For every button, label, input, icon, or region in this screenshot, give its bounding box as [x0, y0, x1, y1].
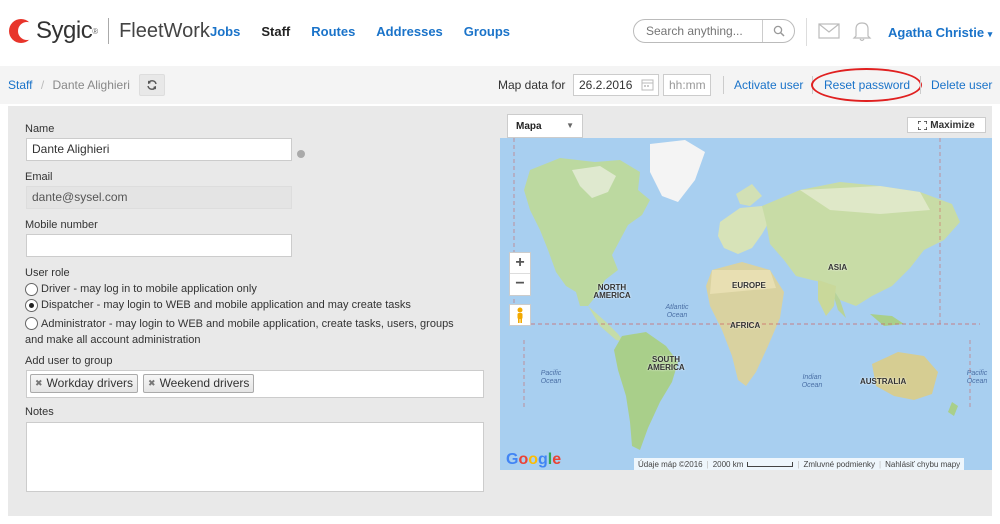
map-type-select[interactable]: Mapa ▼	[507, 114, 583, 138]
notes-textarea[interactable]	[26, 422, 484, 492]
label-pacific-ocean-right: Pacific Ocean	[966, 370, 988, 385]
label-africa: AFRICA	[730, 321, 761, 330]
delete-user-link[interactable]: Delete user	[931, 78, 992, 92]
product-name: FleetWork	[119, 19, 210, 42]
sygic-logo[interactable]: Sygic ® FleetWork	[8, 16, 210, 46]
label-north-america: NORTH AMERICA	[593, 283, 631, 300]
maximize-button[interactable]: Maximize	[907, 117, 986, 133]
brand-name: Sygic	[36, 17, 93, 44]
remove-tag-icon[interactable]: ✖	[35, 375, 43, 392]
role-dispatcher-label: Dispatcher - may login to WEB and mobile…	[41, 299, 411, 311]
status-indicator	[297, 150, 305, 158]
nav-groups[interactable]: Groups	[464, 24, 510, 39]
map-data-label: Map data for	[498, 78, 566, 92]
map-terms-link[interactable]: Zmluvné podmienky	[803, 460, 875, 469]
group-multiselect[interactable]: ✖ Workday drivers ✖ Weekend drivers	[26, 370, 484, 398]
bell-icon[interactable]	[852, 20, 872, 42]
pegman-icon	[517, 307, 523, 323]
map-time-input[interactable]: hh:mm	[663, 74, 711, 96]
breadcrumb-staff[interactable]: Staff	[8, 78, 32, 92]
top-divider	[806, 18, 807, 46]
label-south-america: SOUTH AMERICA	[647, 355, 685, 372]
role-admin-label: Administrator - may login to WEB and mob…	[25, 318, 454, 346]
breadcrumb-separator: /	[40, 78, 45, 92]
nav-jobs[interactable]: Jobs	[210, 24, 240, 39]
map-attribution-bar: Údaje máp ©2016 | 2000 km | Zmluvné podm…	[634, 458, 965, 470]
name-label: Name	[25, 123, 55, 135]
map-type-value: Mapa	[516, 121, 542, 132]
brand-trademark: ®	[92, 26, 99, 36]
role-driver-label: Driver - may log in to mobile applicatio…	[41, 283, 257, 295]
group-tag-label: Workday drivers	[46, 376, 134, 390]
map-date-value: 26.2.2016	[579, 78, 633, 92]
breadcrumb-bar: Staff / Dante Alighieri Map data for 26.…	[0, 66, 1000, 104]
map-scale-label: 2000 km	[712, 459, 744, 469]
role-driver-radio[interactable]	[25, 283, 38, 296]
search-input[interactable]	[634, 20, 762, 42]
label-europe: EUROPE	[732, 281, 766, 290]
email-label: Email	[25, 171, 53, 183]
sygic-logo-icon	[9, 19, 34, 43]
reset-password-highlight	[811, 68, 922, 102]
google-logo[interactable]: Google	[506, 451, 561, 469]
role-driver-option[interactable]: Driver - may log in to mobile applicatio…	[25, 283, 257, 296]
nav-routes[interactable]: Routes	[311, 24, 355, 39]
label-pacific-ocean: Pacific Ocean	[540, 370, 562, 385]
group-label: Add user to group	[25, 355, 113, 367]
user-form: Name Dante Alighieri Email dante@sysel.c…	[8, 106, 498, 516]
role-admin-option[interactable]: Administrator - may login to WEB and mob…	[25, 316, 475, 348]
map-scale-bar	[747, 461, 794, 467]
label-australia: AUSTRALIA	[860, 377, 907, 386]
user-detail-panel: Name Dante Alighieri Email dante@sysel.c…	[8, 106, 992, 516]
search-box	[633, 19, 795, 43]
logo-divider	[108, 18, 110, 44]
chevron-down-icon: ▾	[987, 29, 993, 39]
action-divider	[723, 76, 724, 94]
name-field[interactable]: Dante Alighieri	[26, 138, 292, 161]
group-tag-label: Weekend drivers	[159, 376, 250, 390]
notes-label: Notes	[25, 406, 54, 418]
zoom-control: + −	[509, 252, 531, 296]
zoom-out-button[interactable]: −	[510, 274, 530, 295]
breadcrumb: Staff / Dante Alighieri	[8, 78, 130, 92]
expand-icon	[918, 120, 928, 130]
maximize-label: Maximize	[930, 119, 975, 131]
role-admin-radio[interactable]	[25, 317, 38, 330]
search-icon	[773, 25, 785, 37]
label-indian-ocean: Indian Ocean	[801, 374, 823, 389]
user-name: Agatha Christie	[888, 25, 985, 40]
street-view-pegman[interactable]	[509, 304, 531, 326]
calendar-icon[interactable]	[641, 78, 654, 91]
main-nav: Jobs Staff Routes Addresses Groups	[210, 24, 531, 39]
email-field: dante@sysel.com	[26, 186, 292, 209]
search-button[interactable]	[762, 20, 794, 42]
label-atlantic-ocean: Atlantic Ocean	[665, 304, 689, 319]
map-date-input[interactable]: 26.2.2016	[573, 74, 659, 96]
remove-tag-icon[interactable]: ✖	[148, 375, 156, 392]
group-tag: ✖ Workday drivers	[30, 374, 139, 393]
refresh-icon	[147, 80, 157, 90]
role-dispatcher-option[interactable]: Dispatcher - may login to WEB and mobile…	[25, 299, 411, 312]
role-dispatcher-radio[interactable]	[25, 299, 38, 312]
nav-addresses[interactable]: Addresses	[376, 24, 442, 39]
mail-icon[interactable]	[818, 23, 840, 39]
nav-staff[interactable]: Staff	[261, 24, 290, 39]
map-land	[510, 110, 980, 450]
mobile-field[interactable]	[26, 234, 292, 257]
user-menu[interactable]: Agatha Christie ▾	[888, 25, 992, 40]
label-asia: ASIA	[828, 263, 848, 272]
group-tag: ✖ Weekend drivers	[143, 374, 255, 393]
zoom-in-button[interactable]: +	[510, 253, 530, 274]
breadcrumb-current: Dante Alighieri	[52, 78, 130, 92]
refresh-button[interactable]	[139, 74, 165, 96]
role-label: User role	[25, 267, 70, 279]
mobile-label: Mobile number	[25, 219, 98, 231]
world-map[interactable]: Mapa ▼ Maximize + − NORTH AMERICA SOUTH …	[500, 110, 992, 470]
top-navbar: Sygic ® FleetWork Jobs Staff Routes Addr…	[0, 0, 1000, 66]
action-divider	[920, 76, 921, 94]
chevron-down-icon: ▼	[566, 121, 574, 130]
activate-user-link[interactable]: Activate user	[734, 78, 803, 92]
map-data-attribution[interactable]: Údaje máp ©2016	[638, 460, 703, 469]
map-report-link[interactable]: Nahlásiť chybu mapy	[885, 460, 960, 469]
